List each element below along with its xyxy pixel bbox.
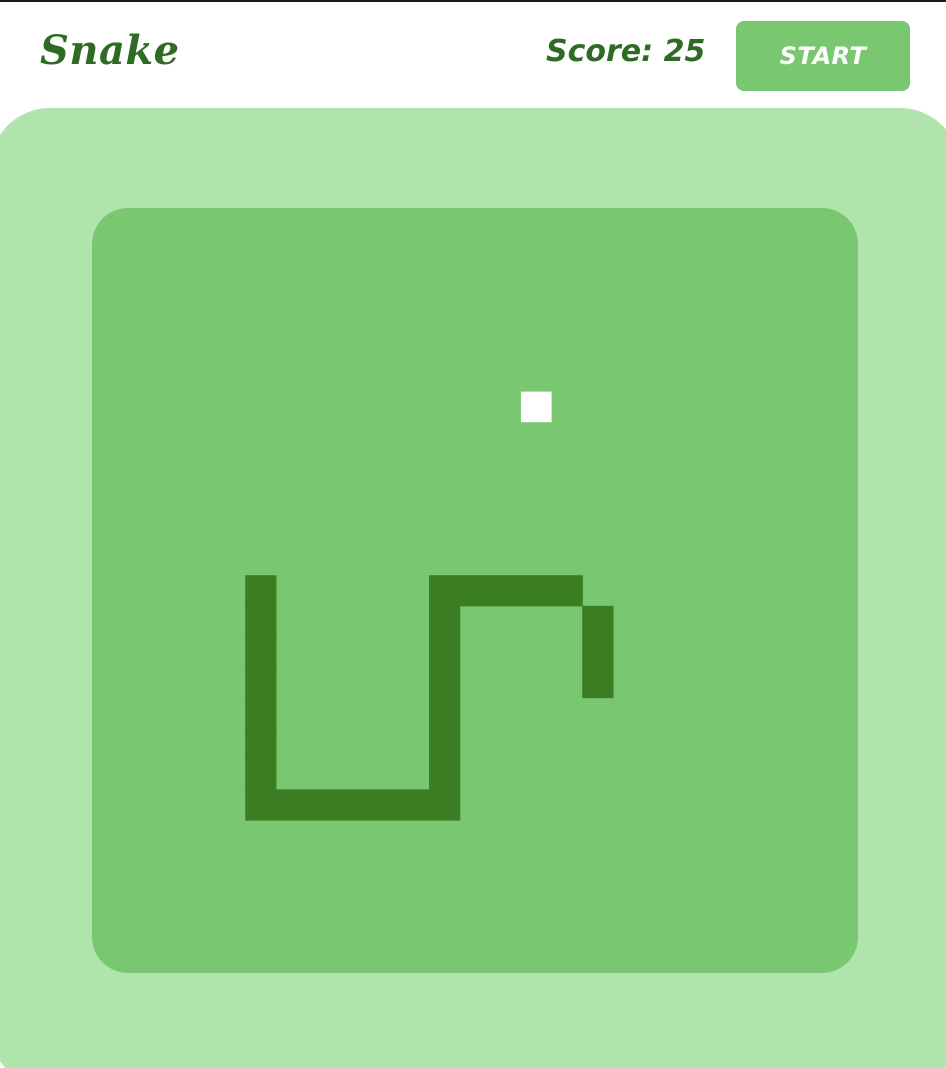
- snake-segment: [245, 789, 277, 821]
- snake-segment: [429, 667, 461, 699]
- snake-head: [582, 667, 614, 699]
- start-button[interactable]: START: [736, 21, 910, 91]
- snake-segment: [429, 697, 461, 729]
- snake-segment: [245, 575, 277, 607]
- snake-segment: [306, 789, 338, 821]
- snake-segment: [275, 789, 308, 821]
- snake-segment: [429, 789, 461, 821]
- snake-segment: [245, 636, 277, 668]
- snake-segment: [337, 789, 369, 821]
- snake-segment: [429, 758, 461, 790]
- game-playfield[interactable]: [92, 208, 858, 973]
- snake-segment: [459, 575, 491, 607]
- snake-segment: [582, 636, 614, 668]
- snake-segment: [245, 605, 277, 637]
- snake-segment: [429, 636, 461, 668]
- snake-segment: [429, 728, 461, 760]
- snake-segment: [429, 575, 461, 607]
- snake-segment: [490, 575, 522, 607]
- game-title: Snake: [40, 27, 180, 74]
- snake-segment: [245, 758, 277, 790]
- snake-segment: [245, 667, 277, 699]
- snake-segment: [367, 789, 399, 821]
- snake-segment: [582, 605, 614, 637]
- game-canvas: [245, 391, 614, 821]
- snake-segment: [520, 575, 553, 607]
- snake-segment: [429, 605, 461, 637]
- food-pellet: [520, 391, 552, 423]
- snake-segment: [245, 728, 277, 760]
- score-display: Score: 25: [546, 34, 706, 69]
- snake-segment: [245, 697, 277, 729]
- header-bar: Snake Score: 25 START: [0, 2, 946, 108]
- snake-segment: [398, 789, 430, 821]
- snake-segment: [551, 575, 583, 607]
